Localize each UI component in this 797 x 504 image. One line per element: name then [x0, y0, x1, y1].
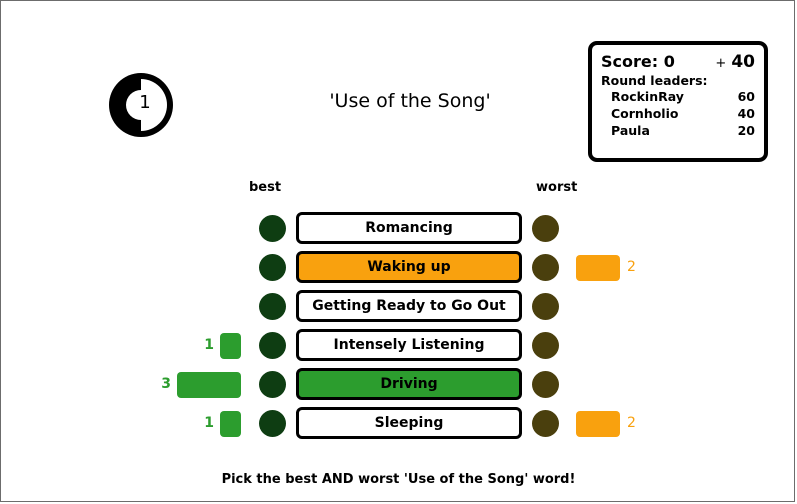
word-row: 1 Sleeping 2: [0, 407, 797, 441]
best-votes-count: 1: [204, 415, 214, 431]
best-vote-button[interactable]: [259, 254, 286, 281]
word-option[interactable]: Driving: [296, 368, 522, 400]
score-plus-sign: +: [715, 56, 727, 71]
score-delta-value: 40: [731, 52, 755, 72]
leader-points: 60: [737, 89, 755, 104]
instruction-text: Pick the best AND worst 'Use of the Song…: [221, 472, 576, 487]
leader-row: RockinRay 60: [601, 88, 755, 105]
best-votes-bar: [220, 333, 241, 359]
leader-points: 20: [737, 123, 755, 138]
timer-value: 1: [139, 92, 151, 113]
word-option[interactable]: Romancing: [296, 212, 522, 244]
score-label: Score: 0: [601, 52, 675, 71]
word-option[interactable]: Intensely Listening: [296, 329, 522, 361]
best-vote-button[interactable]: [259, 215, 286, 242]
worst-vote-button[interactable]: [532, 332, 559, 359]
round-title: 'Use of the Song': [329, 90, 491, 112]
worst-votes-count: 2: [627, 415, 636, 431]
worst-vote-button[interactable]: [532, 215, 559, 242]
leader-points: 40: [737, 106, 755, 121]
worst-column-header: worst: [536, 180, 578, 195]
word-row: Getting Ready to Go Out: [0, 290, 797, 324]
leader-name: RockinRay: [611, 89, 684, 104]
word-row: 1 Intensely Listening: [0, 329, 797, 363]
word-option[interactable]: Sleeping: [296, 407, 522, 439]
best-vote-button[interactable]: [259, 410, 286, 437]
round-timer: 1: [104, 70, 178, 140]
best-votes-bar: [177, 372, 241, 398]
word-row: Waking up 2: [0, 251, 797, 285]
best-votes-bar: [220, 411, 241, 437]
leader-name: Cornholio: [611, 106, 679, 121]
word-option[interactable]: Getting Ready to Go Out: [296, 290, 522, 322]
best-column-header: best: [249, 180, 282, 195]
worst-vote-button[interactable]: [532, 254, 559, 281]
best-vote-button[interactable]: [259, 332, 286, 359]
leader-row: Paula 20: [601, 122, 755, 139]
worst-vote-button[interactable]: [532, 293, 559, 320]
word-option[interactable]: Waking up: [296, 251, 522, 283]
best-votes-count: 3: [161, 376, 171, 392]
best-vote-button[interactable]: [259, 293, 286, 320]
round-leaders-title: Round leaders:: [601, 73, 708, 88]
worst-votes-count: 2: [627, 259, 636, 275]
leader-row: Cornholio 40: [601, 105, 755, 122]
worst-votes-bar: [576, 255, 620, 281]
leader-name: Paula: [611, 123, 650, 138]
word-row: Romancing: [0, 212, 797, 246]
score-delta: + 40: [715, 52, 755, 72]
worst-vote-button[interactable]: [532, 371, 559, 398]
score-panel: Score: 0 + 40 Round leaders: RockinRay 6…: [588, 41, 768, 162]
word-row: 3 Driving: [0, 368, 797, 402]
worst-vote-button[interactable]: [532, 410, 559, 437]
best-votes-count: 1: [204, 337, 214, 353]
best-vote-button[interactable]: [259, 371, 286, 398]
worst-votes-bar: [576, 411, 620, 437]
